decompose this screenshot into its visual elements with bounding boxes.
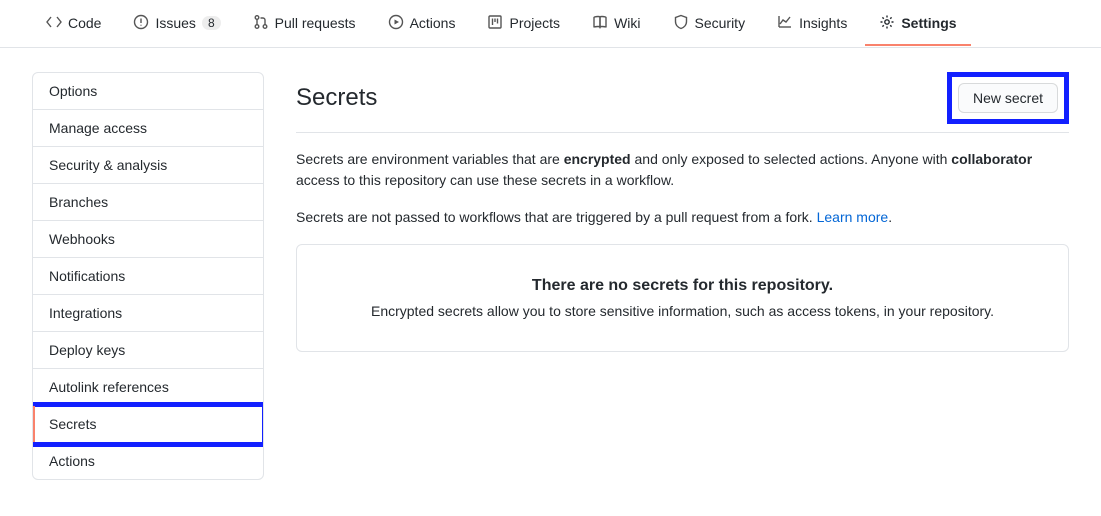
settings-sidebar: Options Manage access Security & analysi… xyxy=(32,72,264,480)
tab-label: Code xyxy=(68,16,101,30)
tab-security[interactable]: Security xyxy=(659,2,760,46)
tab-code[interactable]: Code xyxy=(32,2,115,46)
tab-label: Insights xyxy=(799,16,847,30)
gear-icon xyxy=(879,14,895,32)
page-title: Secrets xyxy=(296,84,377,112)
tab-label: Actions xyxy=(410,16,456,30)
tab-actions[interactable]: Actions xyxy=(374,2,470,46)
tab-projects[interactable]: Projects xyxy=(473,2,574,46)
issue-icon xyxy=(133,14,149,32)
pull-request-icon xyxy=(253,14,269,32)
tab-label: Pull requests xyxy=(275,16,356,30)
tab-insights[interactable]: Insights xyxy=(763,2,861,46)
description-2: Secrets are not passed to workflows that… xyxy=(296,207,1069,228)
tab-label: Projects xyxy=(509,16,560,30)
sidebar-item-options[interactable]: Options xyxy=(33,73,263,110)
blankslate-title: There are no secrets for this repository… xyxy=(321,277,1044,295)
sidebar-item-integrations[interactable]: Integrations xyxy=(33,295,263,332)
issues-count: 8 xyxy=(202,16,221,30)
sidebar-item-webhooks[interactable]: Webhooks xyxy=(33,221,263,258)
tab-label: Issues xyxy=(155,16,195,30)
sidebar-item-branches[interactable]: Branches xyxy=(33,184,263,221)
play-icon xyxy=(388,14,404,32)
sidebar-item-secrets[interactable]: Secrets xyxy=(33,406,263,443)
description-1: Secrets are environment variables that a… xyxy=(296,149,1069,191)
repo-tabs: Code Issues 8 Pull requests Actions Proj… xyxy=(0,0,1101,48)
sidebar-item-deploy-keys[interactable]: Deploy keys xyxy=(33,332,263,369)
graph-icon xyxy=(777,14,793,32)
tab-label: Wiki xyxy=(614,16,640,30)
project-icon xyxy=(487,14,503,32)
code-icon xyxy=(46,14,62,32)
sidebar-item-autolink-references[interactable]: Autolink references xyxy=(33,369,263,406)
sidebar-item-actions[interactable]: Actions xyxy=(33,443,263,479)
main-content: Secrets New secret Secrets are environme… xyxy=(296,72,1069,480)
tab-label: Security xyxy=(695,16,746,30)
tab-issues[interactable]: Issues 8 xyxy=(119,2,234,46)
sidebar-item-manage-access[interactable]: Manage access xyxy=(33,110,263,147)
tab-settings[interactable]: Settings xyxy=(865,2,970,46)
sidebar-item-notifications[interactable]: Notifications xyxy=(33,258,263,295)
new-secret-button[interactable]: New secret xyxy=(958,83,1058,113)
tab-pull-requests[interactable]: Pull requests xyxy=(239,2,370,46)
blankslate: There are no secrets for this repository… xyxy=(296,244,1069,352)
sidebar-item-security-analysis[interactable]: Security & analysis xyxy=(33,147,263,184)
page-header: Secrets New secret xyxy=(296,72,1069,133)
learn-more-link[interactable]: Learn more xyxy=(817,209,889,225)
tab-label: Settings xyxy=(901,16,956,30)
shield-icon xyxy=(673,14,689,32)
book-icon xyxy=(592,14,608,32)
blankslate-subtitle: Encrypted secrets allow you to store sen… xyxy=(321,303,1044,319)
highlight-box: New secret xyxy=(947,72,1069,124)
tab-wiki[interactable]: Wiki xyxy=(578,2,654,46)
